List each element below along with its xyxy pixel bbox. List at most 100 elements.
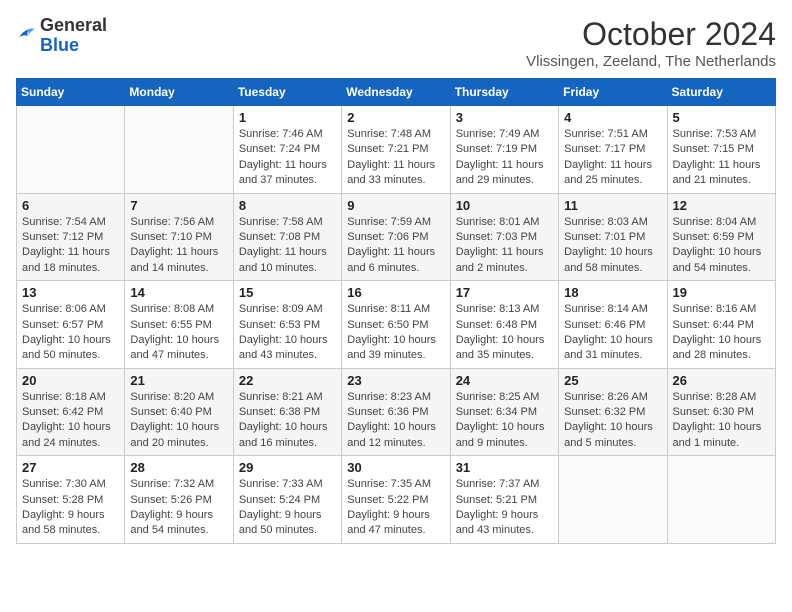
day-number: 11 [564,198,661,213]
calendar-day-cell: 21 Sunrise: 8:20 AMSunset: 6:40 PMDayligh… [125,368,233,456]
day-number: 1 [239,110,336,125]
day-info: Sunrise: 7:58 AMSunset: 7:08 PMDaylight:… [239,215,336,277]
day-of-week-header: Monday [125,79,233,106]
day-info: Sunrise: 7:32 AMSunset: 5:26 PMDaylight:… [130,477,227,539]
day-number: 25 [564,373,661,388]
calendar-day-cell [125,106,233,194]
day-info: Sunrise: 7:35 AMSunset: 5:22 PMDaylight:… [347,477,444,539]
day-info: Sunrise: 8:13 AMSunset: 6:48 PMDaylight:… [456,302,553,364]
day-number: 20 [22,373,119,388]
calendar-week-row: 6 Sunrise: 7:54 AMSunset: 7:12 PMDaylight… [17,193,776,281]
day-number: 6 [22,198,119,213]
month-title: October 2024 [526,16,776,53]
day-number: 22 [239,373,336,388]
page-header: GeneralBlue October 2024 Vlissingen, Zee… [16,16,776,70]
day-info: Sunrise: 8:18 AMSunset: 6:42 PMDaylight:… [22,390,119,452]
calendar-day-cell [559,456,667,544]
day-info: Sunrise: 7:37 AMSunset: 5:21 PMDaylight:… [456,477,553,539]
day-info: Sunrise: 7:51 AMSunset: 7:17 PMDaylight:… [564,127,661,189]
calendar-day-cell [667,456,775,544]
calendar-day-cell: 23 Sunrise: 8:23 AMSunset: 6:36 PMDayligh… [342,368,450,456]
day-info: Sunrise: 7:33 AMSunset: 5:24 PMDaylight:… [239,477,336,539]
day-number: 23 [347,373,444,388]
day-number: 14 [130,285,227,300]
calendar-day-cell: 24Sunrise: 8:25 AMSunset: 6:34 PMDayligh… [450,368,558,456]
day-number: 12 [673,198,770,213]
day-number: 9 [347,198,444,213]
day-info: Sunrise: 8:14 AMSunset: 6:46 PMDaylight:… [564,302,661,364]
day-number: 28 [130,460,227,475]
day-number: 19 [673,285,770,300]
calendar-day-cell: 16 Sunrise: 8:11 AMSunset: 6:50 PMDayligh… [342,281,450,369]
day-number: 17 [456,285,553,300]
day-number: 30 [347,460,444,475]
calendar-table: SundayMondayTuesdayWednesdayThursdayFrid… [16,78,776,544]
calendar-day-cell: 9 Sunrise: 7:59 AMSunset: 7:06 PMDaylight… [342,193,450,281]
day-of-week-header: Thursday [450,79,558,106]
day-number: 7 [130,198,227,213]
day-of-week-header: Wednesday [342,79,450,106]
calendar-day-cell: 18 Sunrise: 8:14 AMSunset: 6:46 PMDayligh… [559,281,667,369]
day-of-week-header: Sunday [17,79,125,106]
day-info: Sunrise: 8:16 AMSunset: 6:44 PMDaylight:… [673,302,770,364]
day-info: Sunrise: 8:04 AMSunset: 6:59 PMDaylight:… [673,215,770,277]
day-info: Sunrise: 8:20 AMSunset: 6:40 PMDaylight:… [130,390,227,452]
calendar-day-cell: 20 Sunrise: 8:18 AMSunset: 6:42 PMDayligh… [17,368,125,456]
calendar-week-row: 13Sunrise: 8:06 AMSunset: 6:57 PMDayligh… [17,281,776,369]
day-number: 31 [456,460,553,475]
day-number: 21 [130,373,227,388]
day-info: Sunrise: 8:11 AMSunset: 6:50 PMDaylight:… [347,302,444,364]
day-of-week-header: Tuesday [233,79,341,106]
day-info: Sunrise: 8:28 AMSunset: 6:30 PMDaylight:… [673,390,770,452]
day-number: 26 [673,373,770,388]
day-info: Sunrise: 7:46 AMSunset: 7:24 PMDaylight:… [239,127,336,189]
location-text: Vlissingen, Zeeland, The Netherlands [526,53,776,70]
title-block: October 2024 Vlissingen, Zeeland, The Ne… [526,16,776,70]
calendar-day-cell: 12 Sunrise: 8:04 AMSunset: 6:59 PMDayligh… [667,193,775,281]
calendar-week-row: 1 Sunrise: 7:46 AMSunset: 7:24 PMDaylight… [17,106,776,194]
calendar-day-cell: 1 Sunrise: 7:46 AMSunset: 7:24 PMDaylight… [233,106,341,194]
day-info: Sunrise: 8:03 AMSunset: 7:01 PMDaylight:… [564,215,661,277]
calendar-day-cell: 29 Sunrise: 7:33 AMSunset: 5:24 PMDayligh… [233,456,341,544]
day-info: Sunrise: 7:53 AMSunset: 7:15 PMDaylight:… [673,127,770,189]
calendar-day-cell: 11 Sunrise: 8:03 AMSunset: 7:01 PMDayligh… [559,193,667,281]
day-info: Sunrise: 8:06 AMSunset: 6:57 PMDaylight:… [22,302,119,364]
day-number: 2 [347,110,444,125]
calendar-day-cell: 22Sunrise: 8:21 AMSunset: 6:38 PMDayligh… [233,368,341,456]
calendar-week-row: 27Sunrise: 7:30 AMSunset: 5:28 PMDayligh… [17,456,776,544]
bird-icon [16,24,36,44]
calendar-day-cell: 17 Sunrise: 8:13 AMSunset: 6:48 PMDayligh… [450,281,558,369]
calendar-day-cell: 5 Sunrise: 7:53 AMSunset: 7:15 PMDaylight… [667,106,775,194]
logo-general-text: GeneralBlue [40,15,107,55]
day-info: Sunrise: 7:48 AMSunset: 7:21 PMDaylight:… [347,127,444,189]
calendar-day-cell: 27Sunrise: 7:30 AMSunset: 5:28 PMDayligh… [17,456,125,544]
day-number: 5 [673,110,770,125]
calendar-day-cell: 13Sunrise: 8:06 AMSunset: 6:57 PMDayligh… [17,281,125,369]
calendar-day-cell: 14 Sunrise: 8:08 AMSunset: 6:55 PMDayligh… [125,281,233,369]
calendar-day-cell: 28 Sunrise: 7:32 AMSunset: 5:26 PMDayligh… [125,456,233,544]
calendar-header-row: SundayMondayTuesdayWednesdayThursdayFrid… [17,79,776,106]
day-number: 10 [456,198,553,213]
calendar-day-cell: 3Sunrise: 7:49 AMSunset: 7:19 PMDaylight… [450,106,558,194]
calendar-day-cell: 19 Sunrise: 8:16 AMSunset: 6:44 PMDayligh… [667,281,775,369]
calendar-day-cell: 26 Sunrise: 8:28 AMSunset: 6:30 PMDayligh… [667,368,775,456]
day-of-week-header: Saturday [667,79,775,106]
day-info: Sunrise: 7:59 AMSunset: 7:06 PMDaylight:… [347,215,444,277]
calendar-day-cell: 4Sunrise: 7:51 AMSunset: 7:17 PMDaylight… [559,106,667,194]
day-number: 8 [239,198,336,213]
calendar-day-cell: 15Sunrise: 8:09 AMSunset: 6:53 PMDayligh… [233,281,341,369]
day-info: Sunrise: 7:54 AMSunset: 7:12 PMDaylight:… [22,215,119,277]
logo: GeneralBlue [16,16,107,56]
calendar-day-cell [17,106,125,194]
day-info: Sunrise: 8:08 AMSunset: 6:55 PMDaylight:… [130,302,227,364]
day-info: Sunrise: 8:23 AMSunset: 6:36 PMDaylight:… [347,390,444,452]
calendar-day-cell: 10Sunrise: 8:01 AMSunset: 7:03 PMDayligh… [450,193,558,281]
day-info: Sunrise: 7:56 AMSunset: 7:10 PMDaylight:… [130,215,227,277]
day-info: Sunrise: 7:30 AMSunset: 5:28 PMDaylight:… [22,477,119,539]
calendar-day-cell: 2 Sunrise: 7:48 AMSunset: 7:21 PMDaylight… [342,106,450,194]
day-number: 29 [239,460,336,475]
day-info: Sunrise: 8:25 AMSunset: 6:34 PMDaylight:… [456,390,553,452]
day-number: 3 [456,110,553,125]
day-number: 16 [347,285,444,300]
day-number: 18 [564,285,661,300]
